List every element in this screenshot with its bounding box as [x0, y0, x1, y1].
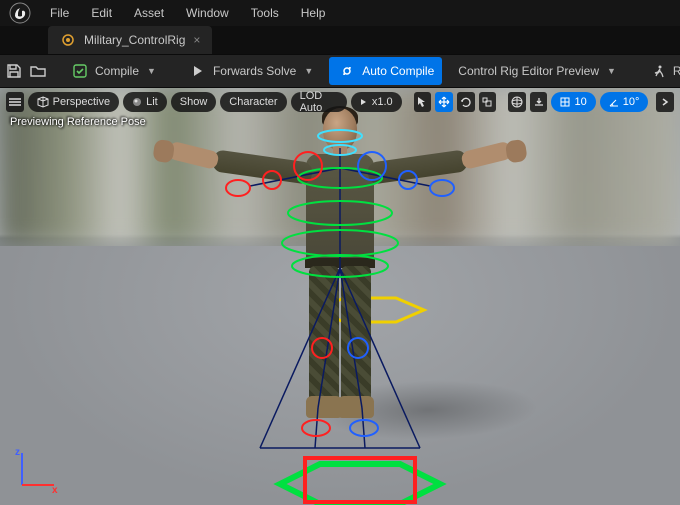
auto-compile-icon: [337, 61, 357, 81]
release-mode-label: ReleaseMode: [673, 64, 680, 78]
axis-gizmo[interactable]: z x: [12, 445, 62, 495]
auto-compile-button[interactable]: Auto Compile: [329, 57, 442, 85]
save-icon[interactable]: [6, 60, 22, 82]
3d-viewport[interactable]: [0, 88, 680, 505]
unreal-logo-icon: [8, 1, 32, 25]
lit-label: Lit: [146, 96, 158, 108]
runner-icon: [648, 61, 668, 81]
compile-icon: [70, 61, 90, 81]
main-menubar: File Edit Asset Window Tools Help: [0, 0, 680, 26]
grid-icon: [560, 97, 570, 107]
compile-button[interactable]: Compile ▼: [62, 57, 164, 85]
chevron-down-icon: ▼: [607, 66, 616, 76]
menu-file[interactable]: File: [40, 2, 79, 24]
menu-help[interactable]: Help: [291, 2, 336, 24]
preview-mode-dropdown[interactable]: Control Rig Editor Preview ▼: [450, 60, 624, 82]
chevron-down-icon: ▼: [147, 66, 156, 76]
grid-snap-toggle[interactable]: 10: [551, 92, 595, 112]
preview-mode-label: Control Rig Editor Preview: [458, 64, 599, 78]
speed-label: x1.0: [372, 96, 393, 108]
forwards-solve-button[interactable]: Forwards Solve ▼: [180, 57, 321, 85]
character-mesh: [200, 108, 480, 468]
menu-asset[interactable]: Asset: [124, 2, 174, 24]
surface-snap-icon[interactable]: [530, 92, 548, 112]
axis-x-label: x: [52, 485, 58, 495]
chevron-down-icon: ▼: [304, 66, 313, 76]
angle-icon: [609, 97, 619, 107]
browse-icon[interactable]: [30, 60, 46, 82]
viewport-options-icon[interactable]: [6, 92, 24, 112]
tab-control-rig[interactable]: Military_ControlRig ×: [48, 26, 212, 54]
coord-space-icon[interactable]: [508, 92, 526, 112]
control-rig-icon: [58, 30, 78, 50]
play-icon: [188, 61, 208, 81]
translate-tool-icon[interactable]: [435, 92, 453, 112]
forwards-solve-label: Forwards Solve: [213, 64, 296, 78]
grid-snap-value: 10: [574, 96, 586, 108]
perspective-label: Perspective: [53, 96, 110, 108]
tab-title: Military_ControlRig: [84, 33, 185, 47]
play-icon: [360, 98, 368, 106]
document-tabs: Military_ControlRig ×: [0, 26, 680, 54]
character-dropdown[interactable]: Character: [220, 92, 286, 112]
viewport-toolbar: Perspective Lit Show Character LOD Auto …: [6, 92, 674, 112]
tab-close-icon[interactable]: ×: [191, 33, 202, 47]
show-dropdown[interactable]: Show: [171, 92, 217, 112]
menu-edit[interactable]: Edit: [81, 2, 122, 24]
angle-snap-toggle[interactable]: 10°: [600, 92, 649, 112]
perspective-dropdown[interactable]: Perspective: [28, 92, 119, 112]
expand-toolbar-icon[interactable]: [656, 92, 674, 112]
rotate-tool-icon[interactable]: [457, 92, 475, 112]
lod-dropdown[interactable]: LOD Auto: [291, 92, 347, 112]
menu-window[interactable]: Window: [176, 2, 239, 24]
release-mode-button[interactable]: ReleaseMode: [640, 57, 680, 85]
menu-tools[interactable]: Tools: [241, 2, 289, 24]
select-tool-icon[interactable]: [414, 92, 432, 112]
main-toolbar: Compile ▼ Forwards Solve ▼ Auto Compile …: [0, 54, 680, 88]
cube-icon: [37, 96, 49, 108]
lit-dropdown[interactable]: Lit: [123, 92, 167, 112]
axis-z-label: z: [15, 447, 20, 458]
playback-speed[interactable]: x1.0: [351, 92, 402, 112]
angle-snap-value: 10°: [623, 96, 640, 108]
scale-tool-icon[interactable]: [479, 92, 497, 112]
auto-compile-label: Auto Compile: [362, 64, 434, 78]
viewport-status-text: Previewing Reference Pose: [10, 116, 146, 128]
sphere-icon: [132, 97, 142, 107]
compile-label: Compile: [95, 64, 139, 78]
